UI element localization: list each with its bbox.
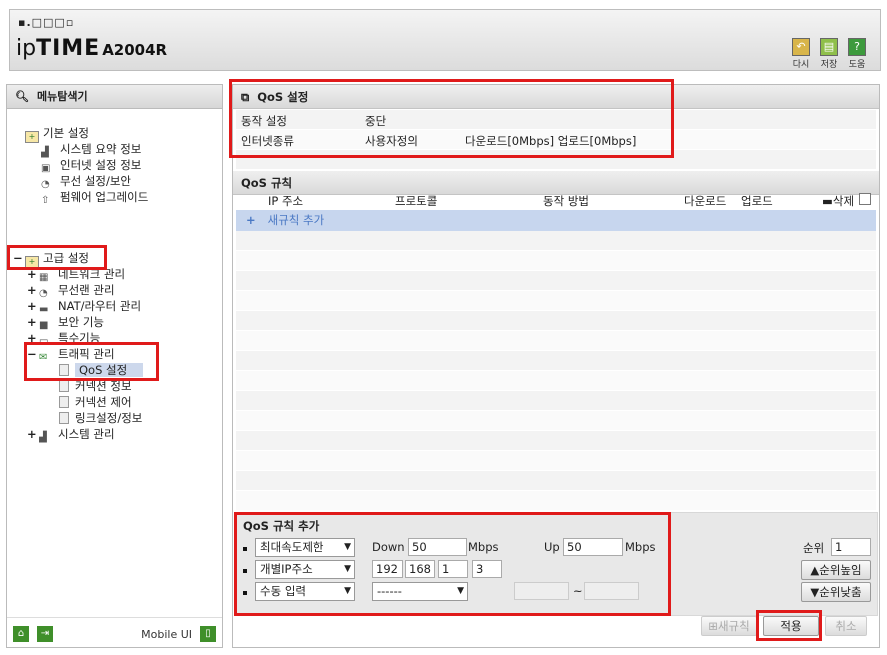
rule-rows	[236, 231, 876, 511]
tree-item-firmware[interactable]: ⇧ 펌웨어 업그레이드	[41, 189, 149, 206]
tree-label: 커넥션 제어	[75, 395, 132, 409]
save-button[interactable]: ▤ 저장	[815, 38, 843, 70]
tree-basic-settings[interactable]: + 기본 설정	[25, 125, 89, 143]
highlight-advanced-settings	[7, 245, 107, 270]
new-rule-label: 새규칙	[717, 619, 750, 633]
brand-logo: ipTIME A2004R	[16, 36, 167, 61]
tree-label: 링크설정/정보	[75, 411, 143, 425]
menu-explorer-title: 메뉴탐색기	[36, 90, 88, 103]
mobile-ui-link[interactable]: Mobile UI	[141, 628, 192, 641]
help-icon: ?	[848, 38, 866, 56]
undo-label: 다시	[792, 60, 810, 70]
highlight-apply	[756, 610, 822, 641]
plus-icon: ⊞	[708, 619, 718, 633]
sidebar-footer: ⌂ ⇥ Mobile UI ▯	[7, 617, 222, 647]
tree-label: 시스템 관리	[58, 427, 115, 441]
magnifier-icon: 🔍︎	[15, 90, 29, 103]
page-icon	[59, 412, 69, 424]
help-button[interactable]: ? 도움	[843, 38, 871, 70]
page-icon	[59, 396, 69, 408]
help-label: 도움	[848, 60, 866, 70]
highlight-qos-settings	[229, 79, 674, 158]
tree-item-security[interactable]: + ■ 보안 기능	[27, 314, 104, 331]
tree-label: NAT/라우터 관리	[58, 299, 142, 313]
col-delete: ▬삭제	[822, 193, 854, 209]
page-icon	[59, 380, 69, 392]
cancel-button[interactable]: 취소	[825, 616, 867, 636]
upgrade-icon: ⇧	[41, 195, 50, 206]
qos-rules-title: QoS 규칙	[241, 176, 293, 190]
brand-time: TIME	[36, 36, 101, 61]
expand-icon: +	[27, 427, 37, 441]
folder-icon: +	[25, 131, 39, 143]
up-arrow-icon: ▲	[810, 563, 820, 577]
tree-label: 무선랜 관리	[58, 283, 115, 297]
col-download: 다운로드	[684, 194, 727, 208]
tree-item-wireless[interactable]: ◔ 무선 설정/보안	[41, 173, 132, 190]
tree-item-link[interactable]: 링크설정/정보	[59, 410, 142, 426]
highlight-traffic-qos	[24, 342, 159, 381]
tree-label: 기본 설정	[43, 126, 89, 140]
col-action: 동작 방법	[543, 194, 589, 208]
order-up-label: 순위높임	[819, 563, 862, 577]
logo-mark: ▪.□□□▫	[18, 16, 75, 29]
tree-item-system[interactable]: + ▟ 시스템 관리	[27, 426, 115, 443]
expand-icon: +	[27, 283, 37, 297]
order-down-label: 순위낮춤	[819, 585, 862, 599]
undo-button[interactable]: ↶ 다시	[787, 38, 815, 70]
tree-label: 보안 기능	[58, 315, 104, 329]
mobile-icon[interactable]: ▯	[200, 626, 216, 642]
delete-icon: ▬	[822, 194, 833, 208]
tree-item-system-summary[interactable]: ▟ 시스템 요약 정보	[41, 141, 142, 158]
add-rule-label: 새규칙 추가	[267, 213, 325, 227]
order-up-button[interactable]: ▲순위높임	[801, 560, 871, 580]
delete-all-checkbox[interactable]	[859, 193, 871, 205]
col-protocol: 프로토콜	[395, 194, 438, 208]
model-name: A2004R	[102, 41, 168, 59]
expand-icon: +	[27, 299, 37, 313]
tree-label: 펌웨어 업그레이드	[60, 190, 149, 204]
order-label: 순위	[803, 541, 825, 555]
logout-icon[interactable]: ⇥	[37, 626, 53, 642]
tree-label: 인터넷 설정 정보	[60, 158, 142, 172]
save-icon: ▤	[820, 38, 838, 56]
tree-label: 시스템 요약 정보	[60, 142, 142, 156]
tree-item-nat[interactable]: + ▬ NAT/라우터 관리	[27, 298, 142, 315]
add-rule-row[interactable]: + 새규칙 추가	[236, 210, 876, 231]
menu-explorer-header: 🔍︎ 메뉴탐색기	[7, 85, 222, 109]
col-delete-label: 삭제	[832, 194, 855, 208]
undo-icon: ↶	[792, 38, 810, 56]
new-rule-button[interactable]: ⊞새규칙	[701, 616, 757, 636]
brand-ip: ip	[16, 36, 37, 61]
tree-label: 커넥션 정보	[75, 379, 132, 393]
tree-item-conn-control[interactable]: 커넥션 제어	[59, 394, 132, 410]
home-icon[interactable]: ⌂	[13, 626, 29, 642]
plus-icon: +	[246, 213, 256, 227]
col-ip: IP 주소	[268, 194, 304, 208]
order-down-button[interactable]: ▼순위낮춤	[801, 582, 871, 602]
highlight-qos-add	[234, 512, 671, 616]
save-label: 저장	[820, 60, 838, 70]
tree-item-internet-info[interactable]: ▣ 인터넷 설정 정보	[41, 157, 142, 174]
tree-item-wlan[interactable]: + ◔ 무선랜 관리	[27, 282, 115, 299]
chart-icon: ▟	[39, 432, 47, 443]
tree-label: 무선 설정/보안	[60, 174, 132, 188]
col-upload: 업로드	[741, 194, 773, 208]
expand-icon: +	[27, 315, 37, 329]
order-input[interactable]: 1	[831, 538, 871, 556]
down-arrow-icon: ▼	[810, 585, 820, 599]
header-bar: ▪.□□□▫ ipTIME A2004R ↶ 다시 ▤ 저장 ? 도움	[9, 9, 881, 71]
qos-rules-header: QoS 규칙	[233, 171, 879, 195]
